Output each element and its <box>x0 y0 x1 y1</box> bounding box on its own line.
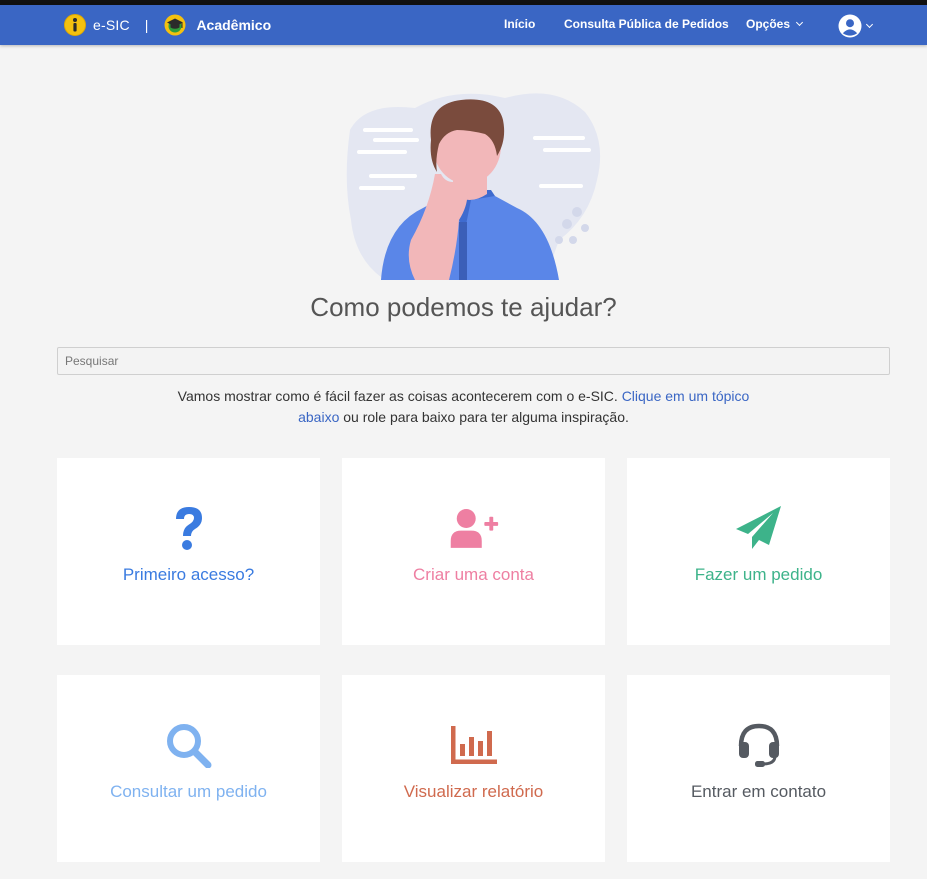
user-menu-button[interactable] <box>838 14 874 38</box>
brand-separator: | <box>144 17 149 33</box>
card-label: Criar uma conta <box>413 565 534 584</box>
page-headline: Como podemos te ajudar? <box>310 292 617 322</box>
intro-text: Vamos mostrar como é fácil fazer as cois… <box>0 386 927 428</box>
card-label: Visualizar relatório <box>403 782 544 801</box>
chevron-down-icon <box>865 20 874 28</box>
brand[interactable]: e-SIC | Acadêmico <box>64 14 271 36</box>
card-entrar-contato[interactable]: Entrar em contato <box>627 675 890 862</box>
user-circle-icon <box>838 14 862 38</box>
card-consultar-pedido[interactable]: Consultar um pedido <box>57 675 320 862</box>
card-label: Fazer um pedido <box>694 565 823 584</box>
paper-plane-icon <box>734 503 784 553</box>
brand-esic: e-SIC <box>93 17 130 33</box>
card-criar-conta[interactable]: Criar uma conta <box>342 458 605 645</box>
hero-illustration <box>346 93 601 280</box>
info-icon <box>64 14 86 36</box>
nav-menu-opcoes[interactable]: Opções <box>746 17 804 31</box>
nav-link-consulta-publica[interactable]: Consulta Pública de Pedidos <box>564 17 729 31</box>
card-label: Consultar um pedido <box>110 782 267 801</box>
nav-link-inicio[interactable]: Início <box>504 17 535 31</box>
card-fazer-pedido[interactable]: Fazer um pedido <box>627 458 890 645</box>
brand-academico: Acadêmico <box>196 17 272 33</box>
question-icon <box>164 503 214 553</box>
headset-icon <box>734 720 784 770</box>
graduation-cap-icon <box>164 14 186 36</box>
search-icon <box>164 720 214 770</box>
nav-menu-opcoes-label: Opções <box>746 17 791 31</box>
chart-bar-icon <box>449 720 499 770</box>
card-primeiro-acesso[interactable]: Primeiro acesso? <box>57 458 320 645</box>
chevron-down-icon <box>795 18 804 27</box>
card-label: Primeiro acesso? <box>122 565 255 584</box>
card-label: Entrar em contato <box>690 782 827 801</box>
user-plus-icon <box>449 503 499 553</box>
intro-text-after: ou role para baixo para ter alguma inspi… <box>339 409 629 425</box>
search-input[interactable] <box>57 347 890 375</box>
top-navbar: e-SIC | Acadêmico Início Consulta Públic… <box>0 5 927 45</box>
card-visualizar-relatorio[interactable]: Visualizar relatório <box>342 675 605 862</box>
intro-text-before: Vamos mostrar como é fácil fazer as cois… <box>177 388 622 404</box>
